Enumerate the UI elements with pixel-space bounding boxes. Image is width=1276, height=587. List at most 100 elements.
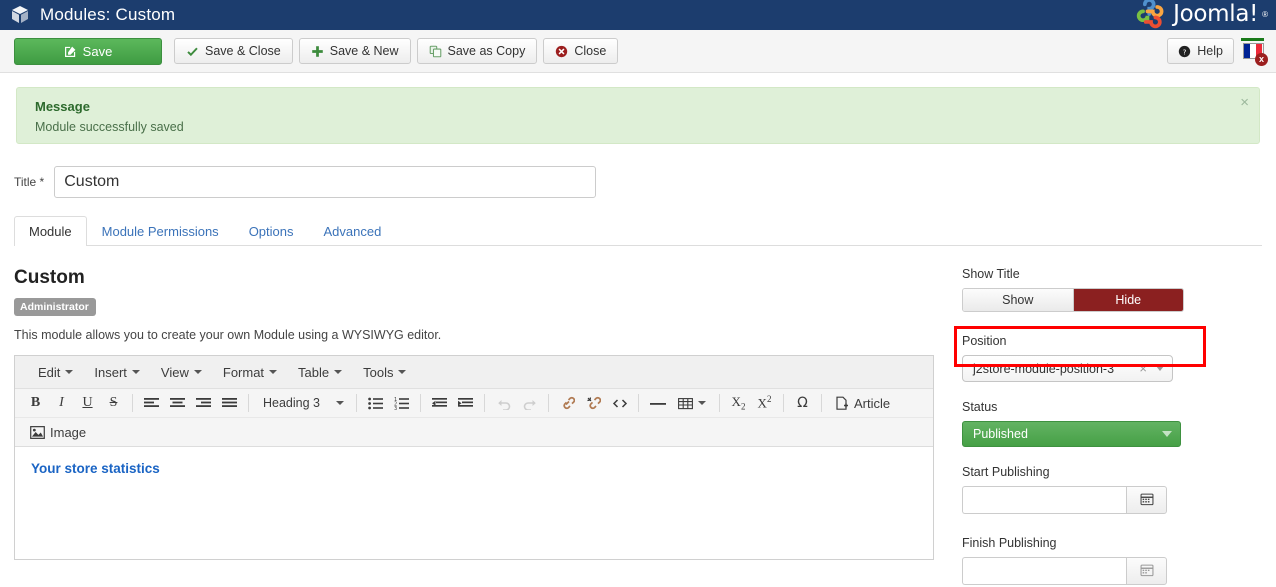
page-title: Modules: Custom — [40, 5, 175, 25]
registered-mark: ® — [1262, 10, 1268, 19]
article-button-label: Article — [854, 396, 890, 411]
editor-toolbar-row-2: Image — [15, 418, 933, 447]
position-select-value: j2store-module-position-3 — [973, 362, 1139, 376]
redo-icon[interactable] — [517, 391, 542, 415]
editor-menu-format[interactable]: Format — [214, 361, 286, 384]
close-button[interactable]: Close — [543, 38, 618, 64]
module-heading: Custom — [14, 267, 948, 289]
alert-message: Module successfully saved — [35, 120, 1245, 134]
toolbar-separator — [420, 394, 421, 412]
toolbar-separator — [248, 394, 249, 412]
chevron-down-icon — [336, 401, 344, 405]
superscript-icon[interactable]: X2 — [752, 391, 777, 415]
indent-icon[interactable] — [453, 391, 478, 415]
outdent-icon[interactable] — [427, 391, 452, 415]
finish-publishing-label: Finish Publishing — [962, 536, 1276, 550]
toolbar-separator — [638, 394, 639, 412]
show-title-label: Show Title — [962, 267, 1276, 281]
editor-menu-edit[interactable]: Edit — [29, 361, 82, 384]
toolbar-separator — [132, 394, 133, 412]
align-left-icon[interactable] — [139, 391, 164, 415]
article-icon — [835, 396, 849, 410]
start-publishing-input[interactable] — [962, 486, 1126, 514]
italic-icon[interactable]: I — [49, 391, 74, 415]
underline-icon[interactable]: U — [75, 391, 100, 415]
position-select[interactable]: j2store-module-position-3 × — [962, 355, 1173, 382]
image-button[interactable]: Image — [23, 420, 93, 444]
chevron-down-icon — [269, 370, 277, 374]
tab-advanced[interactable]: Advanced — [309, 216, 397, 246]
editor-menu-edit-label: Edit — [38, 365, 60, 380]
numbered-list-icon[interactable]: 123 — [389, 391, 414, 415]
wysiwyg-editor: Edit Insert View Format Table — [14, 355, 934, 560]
editor-menu-insert-label: Insert — [94, 365, 127, 380]
link-icon[interactable] — [555, 391, 580, 415]
finish-publishing-input[interactable] — [962, 557, 1126, 585]
editor-column: Custom Administrator This module allows … — [0, 246, 948, 585]
show-title-option-hide[interactable]: Hide — [1074, 289, 1184, 311]
bold-icon[interactable]: B — [23, 391, 48, 415]
subscript-icon[interactable]: X2 — [726, 391, 751, 415]
status-select-value: Published — [973, 427, 1162, 441]
show-title-option-show[interactable]: Show — [963, 289, 1074, 311]
save-and-new-label: Save & New — [330, 44, 399, 58]
bullet-list-icon[interactable] — [363, 391, 388, 415]
save-and-close-label: Save & Close — [205, 44, 281, 58]
status-badge: Administrator — [14, 298, 96, 316]
save-as-copy-label: Save as Copy — [448, 44, 526, 58]
question-circle-icon: ? — [1178, 45, 1191, 58]
language-indicator[interactable]: x — [1240, 38, 1266, 64]
align-center-icon[interactable] — [165, 391, 190, 415]
tab-module[interactable]: Module — [14, 216, 87, 246]
source-code-icon[interactable] — [607, 391, 632, 415]
editor-content-area[interactable]: Your store statistics — [15, 447, 933, 559]
save-as-copy-button[interactable]: Save as Copy — [417, 38, 538, 64]
format-select-value: Heading 3 — [263, 396, 320, 410]
joomla-wordmark: Joomla! — [1173, 1, 1258, 27]
editor-menu-format-label: Format — [223, 365, 264, 380]
format-select[interactable]: Heading 3 — [255, 391, 350, 415]
cancel-circle-icon — [555, 45, 568, 58]
save-button[interactable]: Save — [14, 38, 162, 65]
table-icon[interactable] — [671, 391, 713, 415]
align-justify-icon[interactable] — [217, 391, 242, 415]
joomla-mark-icon — [1133, 0, 1169, 29]
sidebar-column: Show Title Show Hide Position j2store-mo… — [948, 246, 1276, 585]
clear-icon[interactable]: × — [1139, 361, 1147, 376]
special-character-icon[interactable]: Ω — [790, 391, 815, 415]
toolbar-separator — [821, 394, 822, 412]
align-right-icon[interactable] — [191, 391, 216, 415]
show-title-toggle: Show Hide — [962, 288, 1184, 312]
calendar-icon — [1140, 563, 1154, 580]
position-label: Position — [962, 334, 1276, 348]
unlink-icon[interactable] — [581, 391, 606, 415]
joomla-logo: Joomla! ® — [1133, 0, 1268, 29]
article-button[interactable]: Article — [828, 391, 897, 415]
horizontal-rule-icon[interactable] — [645, 391, 670, 415]
editor-menu-view[interactable]: View — [152, 361, 211, 384]
finish-publishing-calendar-button[interactable] — [1126, 557, 1167, 585]
header-left-group: Modules: Custom — [10, 5, 175, 25]
start-publishing-calendar-button[interactable] — [1126, 486, 1167, 514]
start-publishing-row — [962, 486, 1276, 514]
module-description: This module allows you to create your ow… — [14, 328, 948, 342]
help-button[interactable]: ? Help — [1167, 38, 1234, 64]
save-and-close-button[interactable]: Save & Close — [174, 38, 293, 64]
tab-module-permissions[interactable]: Module Permissions — [87, 216, 234, 246]
undo-icon[interactable] — [491, 391, 516, 415]
chevron-down-icon — [1162, 431, 1172, 437]
strikethrough-icon[interactable]: S — [101, 391, 126, 415]
alert-close-icon[interactable]: × — [1240, 95, 1249, 110]
editor-menu-table[interactable]: Table — [289, 361, 351, 384]
status-select[interactable]: Published — [962, 421, 1181, 447]
tab-options[interactable]: Options — [234, 216, 309, 246]
language-error-badge: x — [1255, 53, 1268, 66]
editor-menu-tools[interactable]: Tools — [354, 361, 415, 384]
calendar-icon — [1140, 492, 1154, 509]
editor-menu-insert[interactable]: Insert — [85, 361, 149, 384]
save-button-label: Save — [83, 44, 113, 59]
save-and-new-button[interactable]: Save & New — [299, 38, 411, 64]
image-button-label: Image — [50, 425, 86, 440]
title-input[interactable] — [54, 166, 596, 198]
chevron-down-icon — [698, 401, 706, 405]
